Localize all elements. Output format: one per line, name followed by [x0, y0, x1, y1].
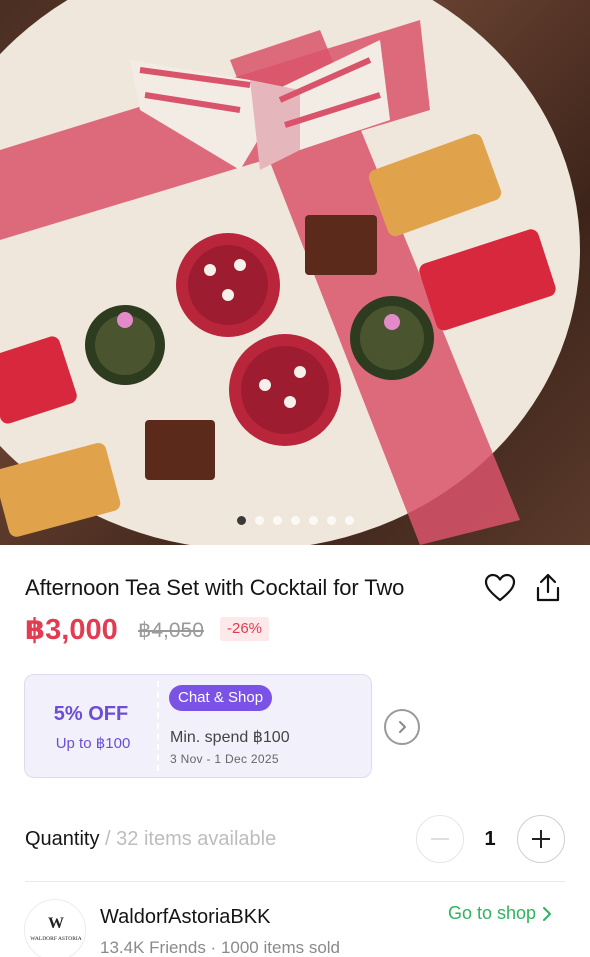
shop-name[interactable]: WaldorfAstoriaBKK	[100, 906, 270, 929]
gallery-dot[interactable]	[308, 516, 318, 525]
quantity-decrease-button[interactable]	[416, 815, 464, 863]
gallery-dot[interactable]	[236, 516, 246, 525]
original-price: ฿4,050	[138, 619, 204, 642]
share-button[interactable]	[534, 572, 562, 604]
quantity-label: Quantity / 32 items available	[25, 828, 276, 851]
gallery-dot[interactable]	[344, 516, 354, 525]
favorite-button[interactable]	[484, 572, 516, 604]
coupon-min-spend: Min. spend ฿100	[170, 729, 290, 746]
go-to-shop-label: Go to shop	[448, 903, 537, 923]
plus-icon	[532, 830, 550, 848]
coupon-validity: 3 Nov - 1 Dec 2025	[170, 752, 279, 766]
gallery-pagination[interactable]	[0, 516, 590, 525]
svg-text:W: W	[48, 915, 64, 932]
gallery-dot[interactable]	[254, 516, 264, 525]
gallery-dot[interactable]	[290, 516, 300, 525]
go-to-shop-link[interactable]: Go to shop	[448, 903, 552, 924]
coupon-percent: 5% OFF	[53, 703, 129, 725]
afternoon-tea-photo	[0, 0, 580, 545]
quantity-increase-button[interactable]	[517, 815, 565, 863]
share-icon	[536, 573, 560, 602]
waldorf-logo-icon: W WALDORF ASTORIA	[30, 915, 81, 942]
discount-badge: -26%	[220, 617, 270, 641]
quantity-title: Quantity	[25, 828, 100, 850]
coupon-divider	[157, 681, 159, 771]
shop-stats: 13.4K Friends · 1000 items sold	[100, 938, 341, 957]
product-image-gallery[interactable]	[0, 0, 590, 545]
product-title: Afternoon Tea Set with Cocktail for Two	[25, 575, 405, 600]
coupon-type-badge: Chat & Shop	[169, 685, 273, 711]
more-coupons-button[interactable]	[384, 709, 420, 745]
chevron-right-icon	[399, 721, 406, 733]
heart-icon	[484, 573, 516, 602]
divider	[25, 881, 565, 882]
quantity-value[interactable]: 1	[478, 828, 502, 851]
minus-icon	[431, 838, 449, 840]
gallery-dot[interactable]	[326, 516, 336, 525]
current-price: ฿3,000	[25, 614, 118, 646]
quantity-available: / 32 items available	[99, 828, 277, 850]
shop-avatar[interactable]: W WALDORF ASTORIA	[24, 899, 86, 957]
svg-text:WALDORF ASTORIA: WALDORF ASTORIA	[30, 936, 81, 942]
coupon-cap: Up to ฿100	[55, 735, 131, 752]
gallery-dot[interactable]	[272, 516, 282, 525]
coupon-card[interactable]: 5% OFF Up to ฿100 Chat & Shop Min. spend…	[24, 674, 372, 778]
chevron-right-icon	[543, 906, 552, 921]
coupon-value: 5% OFF Up to ฿100	[25, 675, 157, 777]
